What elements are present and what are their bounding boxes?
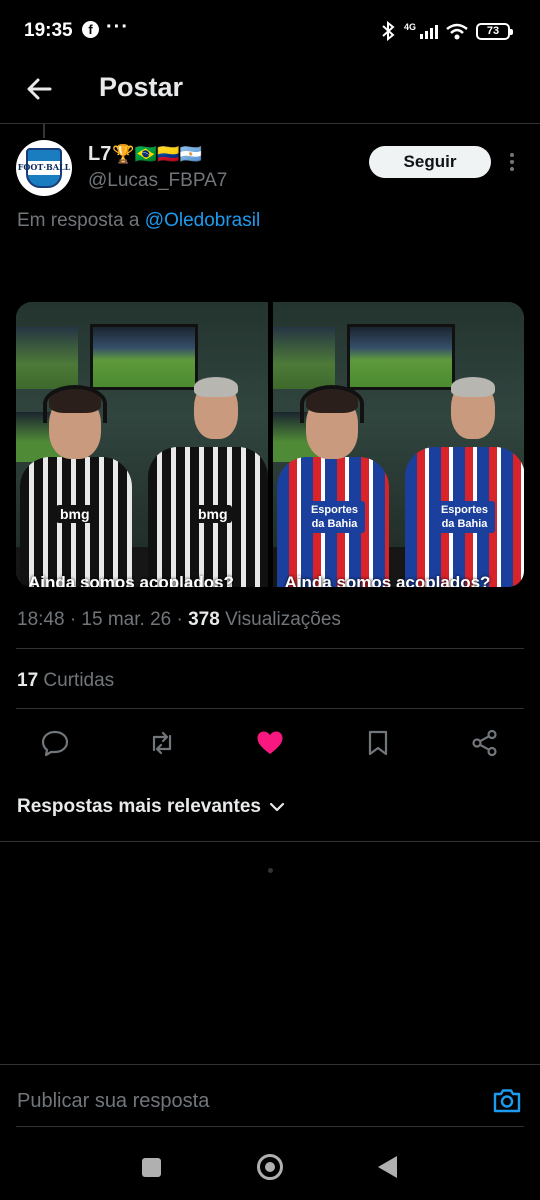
- presenter-figure: bmg: [144, 377, 268, 587]
- author-name[interactable]: L7 🏆🇧🇷🇨🇴🇦🇷: [88, 143, 202, 166]
- presenter-figure: bmg: [16, 377, 136, 587]
- post-actions: [0, 724, 540, 764]
- battery-icon: 73: [476, 22, 513, 40]
- views-count: 378: [188, 609, 220, 630]
- shirt-sponsor: Esportes da Bahia: [304, 501, 365, 533]
- repost-icon[interactable]: [147, 728, 177, 758]
- system-back-icon[interactable]: [378, 1156, 397, 1178]
- wifi-icon: [446, 23, 468, 39]
- media-image-1[interactable]: bmg bmg Ainda somos acoplados?: [16, 302, 268, 587]
- like-icon[interactable]: [255, 728, 285, 758]
- bluetooth-icon: [382, 21, 395, 41]
- likes-count: 17: [17, 670, 39, 691]
- input-underline: [16, 1126, 524, 1127]
- divider: [0, 1064, 540, 1065]
- signal-icon: [420, 23, 438, 39]
- author-avatar[interactable]: FOOT·BALL: [16, 140, 72, 196]
- facebook-notification-icon: f: [82, 21, 99, 38]
- reply-context: Em resposta a @Oledobrasil: [17, 210, 260, 232]
- author-name-emojis: 🏆🇧🇷🇨🇴🇦🇷: [112, 144, 202, 164]
- network-type: 4G: [403, 22, 416, 32]
- page-title: Postar: [99, 72, 184, 102]
- image-caption: Ainda somos acoplados?: [284, 573, 491, 587]
- likes-label: Curtidas: [43, 670, 115, 691]
- back-arrow-icon[interactable]: [22, 72, 56, 106]
- likes-summary[interactable]: 17 Curtidas: [17, 670, 114, 692]
- share-icon[interactable]: [470, 728, 500, 758]
- loading-indicator: [268, 868, 273, 873]
- post-timestamp: 18:48 · 15 mar. 26 ·: [17, 609, 189, 630]
- presenter-figure: Esportes da Bahia: [273, 377, 393, 587]
- reply-to-link[interactable]: @Oledobrasil: [145, 210, 260, 231]
- replies-sort-dropdown[interactable]: Respostas mais relevantes: [17, 796, 285, 818]
- recent-apps-icon[interactable]: [142, 1158, 161, 1177]
- divider: [16, 648, 524, 649]
- reply-icon[interactable]: [40, 728, 70, 758]
- status-bar: 19:35 f ··· 4G 73: [0, 0, 540, 62]
- top-app-bar: Postar: [0, 62, 540, 124]
- more-options-icon[interactable]: [503, 150, 521, 174]
- author-handle[interactable]: @Lucas_FBPA7: [88, 170, 227, 192]
- reply-input[interactable]: Publicar sua resposta: [17, 1090, 209, 1113]
- post-media: bmg bmg Ainda somos acoplados? Esportes …: [16, 302, 524, 587]
- author-display-name: L7: [88, 143, 112, 165]
- avatar-text: FOOT·BALL: [17, 162, 71, 172]
- sort-label: Respostas mais relevantes: [17, 796, 261, 817]
- views-label: Visualizações: [225, 609, 341, 630]
- more-notifications-icon: ···: [106, 16, 129, 38]
- shirt-sponsor: bmg: [56, 505, 94, 523]
- reply-prefix: Em resposta a: [17, 210, 140, 231]
- shirt-sponsor: Esportes da Bahia: [434, 501, 495, 533]
- camera-icon[interactable]: [492, 1086, 522, 1114]
- shirt-sponsor: bmg: [194, 505, 232, 523]
- follow-button[interactable]: Seguir: [369, 146, 491, 178]
- chevron-down-icon: [269, 802, 285, 812]
- presenter-figure: Esportes da Bahia: [401, 377, 524, 587]
- image-caption: Ainda somos acoplados?: [28, 573, 234, 587]
- post-meta: 18:48 · 15 mar. 26 · 378 Visualizações: [17, 609, 341, 631]
- home-icon[interactable]: [257, 1154, 283, 1180]
- thread-connector: [43, 124, 45, 138]
- divider: [16, 708, 524, 709]
- status-time: 19:35: [24, 20, 73, 41]
- bookmark-icon[interactable]: [363, 728, 393, 758]
- system-nav-bar: [0, 1140, 540, 1200]
- media-image-2[interactable]: Esportes da Bahia Esportes da Bahia Aind…: [272, 302, 524, 587]
- divider: [0, 841, 540, 842]
